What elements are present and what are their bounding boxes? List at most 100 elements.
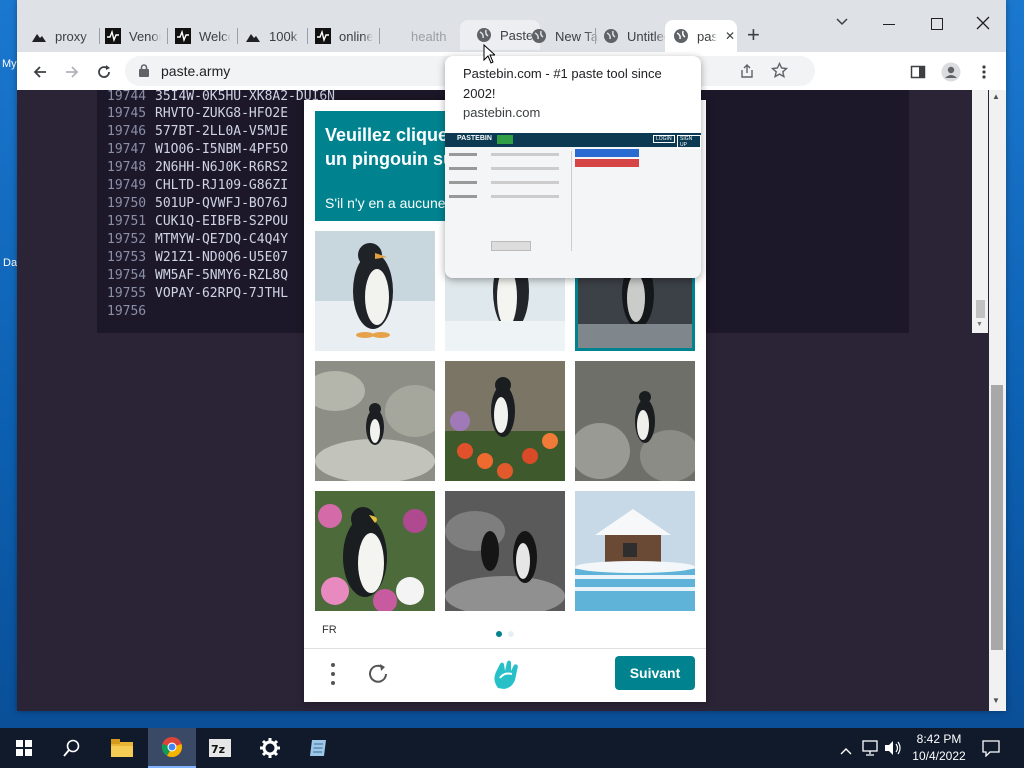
url-text[interactable]: paste.army xyxy=(161,63,230,79)
scroll-thumb[interactable] xyxy=(976,300,985,318)
tab-venom[interactable]: Venom xyxy=(105,22,161,50)
captcha-image-4[interactable] xyxy=(315,361,435,481)
page-scrollbar[interactable]: ▲ ▼ xyxy=(989,90,1006,711)
code-line: 19745 RHVTO-ZUKG8-HFO2E xyxy=(107,106,289,121)
maximize-icon[interactable] xyxy=(931,18,943,30)
tab-label: Venom xyxy=(129,28,161,44)
tab-label: Untitled xyxy=(627,28,667,44)
notepad-icon[interactable] xyxy=(294,728,342,768)
preview-signup-button: SIGN UP xyxy=(677,135,701,149)
lock-icon[interactable] xyxy=(139,64,149,82)
menu-button[interactable] xyxy=(971,59,997,85)
reload-button[interactable] xyxy=(91,59,117,85)
svg-text:7z: 7z xyxy=(211,743,225,756)
tab-health[interactable]: health xyxy=(387,22,459,50)
code-line: 19750 501UP-QVWFJ-BO76J xyxy=(107,196,289,211)
globe-icon xyxy=(476,27,492,43)
tab-label: health xyxy=(411,28,447,44)
tab-proxy[interactable]: proxy xyxy=(31,22,95,50)
tab-100k[interactable]: 100k xyxy=(245,22,301,50)
preview-new-button xyxy=(497,135,513,144)
pulse-icon xyxy=(315,28,331,44)
kebab-menu-icon xyxy=(982,65,986,79)
minimize-icon[interactable] xyxy=(883,24,895,25)
code-line: 19752 MTMYW-QE7DQ-C4Q4Y xyxy=(107,232,289,247)
tab-label: online xyxy=(339,28,373,44)
globe-icon xyxy=(673,28,689,44)
tab-label: 100k xyxy=(269,28,298,44)
preview-logo: PASTEBIN xyxy=(457,135,492,142)
bookmark-star-icon[interactable] xyxy=(770,61,789,84)
tab-pastebin[interactable]: Pastebin xyxy=(460,20,540,50)
chrome-icon[interactable] xyxy=(148,728,196,768)
forward-button[interactable] xyxy=(59,59,85,85)
profile-button[interactable] xyxy=(938,59,964,85)
taskbar: 7z 8:42 PM 10/4/2022 xyxy=(0,728,1024,768)
close-window-icon[interactable] xyxy=(976,16,990,35)
new-tab-button[interactable]: + xyxy=(747,24,760,46)
search-icon[interactable] xyxy=(48,728,96,768)
code-line: 19748 2N6HH-N6J0K-R6RS2 xyxy=(107,160,289,175)
tab-paste-active[interactable]: paste ✕ xyxy=(665,20,737,52)
share-icon[interactable] xyxy=(739,63,755,84)
mountain-icon xyxy=(245,28,261,44)
more-options-icon[interactable] xyxy=(330,662,336,691)
code-line: 19755 VOPAY-62RPQ-7JTHL xyxy=(107,286,289,301)
tab-welcome[interactable]: Welcome xyxy=(175,22,231,50)
scroll-thumb[interactable] xyxy=(991,385,1003,650)
side-panel-button[interactable] xyxy=(905,59,931,85)
code-scrollbar[interactable]: ▼ xyxy=(972,90,988,333)
volume-icon[interactable] xyxy=(884,740,902,761)
code-line: 19747 W1O06-I5NBM-4PF5O xyxy=(107,142,289,157)
mountain-icon xyxy=(31,28,47,44)
code-line: 19749 CHLTD-RJ109-G86ZI xyxy=(107,178,289,193)
chevron-up-icon[interactable] xyxy=(840,742,852,760)
tab-untitled[interactable]: Untitled xyxy=(603,22,667,50)
arrow-left-icon xyxy=(33,66,46,78)
file-explorer-icon[interactable] xyxy=(98,728,146,768)
tab-label: paste xyxy=(697,28,717,44)
scroll-down-icon[interactable]: ▼ xyxy=(992,696,1000,705)
tab-online[interactable]: online xyxy=(315,22,373,50)
preview-login-button: LOGIN xyxy=(653,135,675,143)
avatar-icon xyxy=(941,62,961,82)
captcha-image-8[interactable] xyxy=(445,491,565,611)
settings-icon[interactable] xyxy=(246,728,294,768)
desktop-icon-label[interactable]: Da xyxy=(3,257,17,269)
preview-form xyxy=(449,151,569,251)
pulse-icon xyxy=(105,28,121,44)
clock-time: 8:42 PM xyxy=(916,732,962,746)
code-line: 19744 35I4W-0K5HU-XK8A2-DUI6N xyxy=(107,89,336,104)
refresh-challenge-icon[interactable] xyxy=(366,662,390,691)
globe-icon xyxy=(603,28,619,44)
code-line: 19753 W21Z1-ND0Q6-U5E07 xyxy=(107,250,289,265)
network-icon[interactable] xyxy=(862,740,880,761)
captcha-image-5[interactable] xyxy=(445,361,565,481)
scroll-up-icon[interactable]: ▲ xyxy=(992,92,1000,101)
notification-icon[interactable] xyxy=(982,739,1000,762)
globe-icon xyxy=(531,28,547,44)
system-clock[interactable]: 8:42 PM 10/4/2022 xyxy=(906,731,972,765)
windows-start-icon[interactable] xyxy=(0,728,48,768)
tab-search-icon[interactable] xyxy=(835,14,849,32)
mouse-cursor-icon xyxy=(483,43,497,69)
code-line: 19746 577BT-2LL0A-V5MJE xyxy=(107,124,289,139)
tab-new-tab[interactable]: New Tab xyxy=(531,22,599,50)
desktop-icon-label[interactable]: My xyxy=(2,58,17,70)
reload-icon xyxy=(98,65,110,78)
hover-card-title: Pastebin.com - #1 paste tool since 2002! xyxy=(463,66,662,101)
scroll-down-icon[interactable]: ▼ xyxy=(976,321,983,328)
tab-label: proxy xyxy=(55,28,87,44)
captcha-image-1[interactable] xyxy=(315,231,435,351)
back-button[interactable] xyxy=(27,59,53,85)
captcha-image-9[interactable] xyxy=(575,491,695,611)
hover-card-url: pastebin.com xyxy=(463,105,541,120)
arrow-right-icon xyxy=(66,66,79,78)
language-selector[interactable]: FR xyxy=(322,624,337,636)
code-line: 19754 WM5AF-5NMY6-RZL8Q xyxy=(107,268,289,283)
next-button[interactable]: Suivant xyxy=(615,656,695,690)
captcha-image-7[interactable] xyxy=(315,491,435,611)
tab-close-icon[interactable]: ✕ xyxy=(725,29,735,43)
captcha-image-6[interactable] xyxy=(575,361,695,481)
7zip-icon[interactable]: 7z xyxy=(196,728,244,768)
